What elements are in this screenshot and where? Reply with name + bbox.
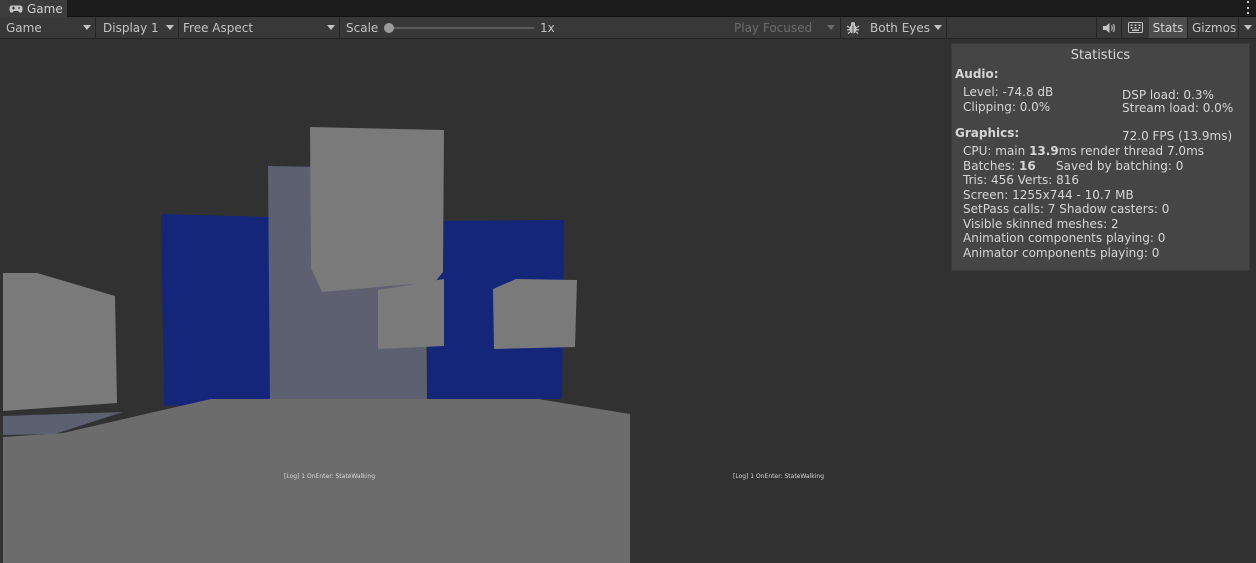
stream-load: Stream load: 0.0% bbox=[1122, 101, 1234, 115]
play-mode-label: Play Focused bbox=[734, 20, 813, 35]
cpu-timing: CPU: main 13.9ms render thread 7.0ms bbox=[963, 144, 1205, 158]
mode-dropdown-label: Game bbox=[6, 20, 42, 35]
chevron-down-icon bbox=[166, 25, 174, 30]
stereo-eyes-label: Both Eyes bbox=[870, 20, 931, 35]
log-overlay-right: [Log] 1 OnEnter: StateWalking bbox=[733, 473, 825, 480]
log-overlay-left: [Log] 1 OnEnter: StateWalking bbox=[284, 473, 376, 480]
tab-game[interactable]: Game bbox=[0, 0, 67, 17]
tab-label: Game bbox=[27, 2, 63, 16]
more-options-icon[interactable] bbox=[1246, 1, 1250, 14]
toolbar-divider bbox=[95, 17, 96, 38]
bug-icon[interactable] bbox=[842, 17, 864, 38]
chevron-down-icon bbox=[327, 25, 335, 30]
gray-cube-right bbox=[493, 279, 577, 349]
game-view-toolbar: Game Display 1 Free Aspect Scale 1x Play… bbox=[0, 17, 1256, 39]
scale-slider-thumb[interactable] bbox=[384, 23, 394, 33]
scale-value: 1x bbox=[540, 20, 555, 35]
gray-cube-top bbox=[310, 127, 444, 292]
gizmos-toggle[interactable]: Gizmos bbox=[1192, 17, 1236, 38]
chevron-down-icon bbox=[83, 25, 91, 30]
chevron-down-icon bbox=[1244, 25, 1252, 30]
audio-heading: Audio: bbox=[955, 67, 999, 81]
display-dropdown-label: Display 1 bbox=[103, 20, 159, 35]
gizmos-dropdown[interactable] bbox=[1239, 17, 1256, 38]
screen-size: Screen: 1255x744 - 10.7 MB bbox=[963, 188, 1134, 202]
tris-verts: Tris: 456 Verts: 816 bbox=[963, 173, 1079, 187]
audio-clipping: Clipping: 0.0% bbox=[963, 100, 1051, 114]
scale-slider-track[interactable] bbox=[388, 27, 534, 29]
chevron-down-icon bbox=[827, 25, 835, 30]
play-mode-dropdown[interactable]: Play Focused bbox=[728, 17, 839, 38]
floor-slab bbox=[3, 399, 630, 563]
speaker-mute-icon[interactable] bbox=[1097, 17, 1121, 38]
blue-wall-left bbox=[161, 214, 270, 406]
skinned-meshes: Visible skinned meshes: 2 bbox=[963, 217, 1119, 231]
setpass-calls: SetPass calls: 7 Shadow casters: 0 bbox=[963, 202, 1170, 216]
toolbar-divider bbox=[840, 17, 841, 38]
mode-dropdown[interactable]: Game bbox=[0, 17, 95, 38]
audio-level: Level: -74.8 dB bbox=[963, 85, 1054, 99]
aspect-dropdown-label: Free Aspect bbox=[183, 20, 254, 35]
window-tab-bar: Game bbox=[0, 0, 1256, 17]
gamepad-icon bbox=[9, 5, 23, 14]
gray-cube-mid bbox=[378, 279, 444, 349]
saved-by-batching: Saved by batching: 0 bbox=[1056, 159, 1184, 173]
toolbar-divider bbox=[1187, 17, 1188, 38]
statistics-title: Statistics bbox=[1070, 48, 1131, 63]
aspect-dropdown[interactable]: Free Aspect bbox=[177, 17, 339, 38]
stats-toggle[interactable]: Stats bbox=[1149, 17, 1187, 38]
toolbar-divider bbox=[946, 17, 947, 38]
graphics-heading: Graphics: bbox=[955, 126, 1020, 140]
toolbar-divider bbox=[339, 17, 340, 38]
chevron-down-icon bbox=[934, 25, 942, 30]
scene-render bbox=[3, 127, 630, 563]
animation-components: Animation components playing: 0 bbox=[963, 231, 1166, 245]
fps-readout: 72.0 FPS (13.9ms) bbox=[1122, 129, 1233, 143]
batches: Batches: 16 bbox=[963, 159, 1036, 173]
gray-cube-left bbox=[3, 273, 117, 411]
stereo-eyes-dropdown[interactable]: Both Eyes bbox=[864, 17, 946, 38]
keyboard-icon[interactable] bbox=[1122, 17, 1148, 38]
display-dropdown[interactable]: Display 1 bbox=[97, 17, 178, 38]
statistics-panel: Statistics Audio: Level: -74.8 dB Clippi… bbox=[951, 43, 1250, 271]
animator-components: Animator components playing: 0 bbox=[963, 246, 1160, 260]
scale-label: Scale bbox=[346, 20, 379, 35]
